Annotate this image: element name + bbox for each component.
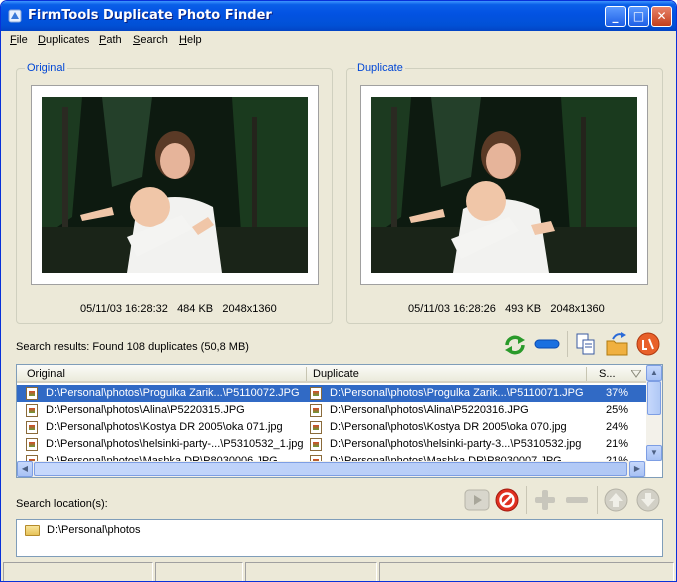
cell-similarity: 37%: [606, 387, 629, 399]
delete-icon[interactable]: [636, 332, 660, 356]
menu-file[interactable]: File: [10, 34, 28, 46]
jpeg-file-icon: [26, 421, 38, 434]
cell-original: D:\Personal\photos\Kostya DR 2005\oka 07…: [46, 421, 283, 433]
window-title: FirmTools Duplicate Photo Finder: [28, 8, 272, 23]
original-photo-info: 05/11/03 16:28:32 484 KB 2048x1360: [80, 303, 277, 315]
cell-duplicate: D:\Personal\photos\Kostya DR 2005\oka 07…: [330, 421, 567, 433]
results-table[interactable]: Original Duplicate S... D:\Personal\phot…: [16, 364, 663, 478]
horizontal-scroll-thumb[interactable]: [34, 462, 627, 476]
jpeg-file-icon: [310, 404, 322, 417]
original-dims: 2048x1360: [222, 303, 277, 315]
jpeg-file-icon: [26, 438, 38, 451]
minimize-button[interactable]: _: [605, 6, 626, 27]
original-photo-frame[interactable]: [31, 85, 319, 285]
original-size: 484 KB: [177, 303, 214, 315]
vertical-scroll-thumb[interactable]: [647, 381, 661, 415]
menu-help[interactable]: Help: [179, 34, 202, 46]
table-row[interactable]: D:\Personal\photos\Progulka Zarik...\P51…: [17, 385, 646, 402]
duplicate-dims: 2048x1360: [550, 303, 605, 315]
table-row[interactable]: D:\Personal\photos\Kostya DR 2005\oka 07…: [17, 419, 646, 436]
app-icon: [8, 9, 22, 23]
cell-original: D:\Personal\photos\Alina\P5220315.JPG: [46, 404, 245, 416]
cell-similarity: 24%: [606, 421, 629, 433]
cell-duplicate: D:\Personal\photos\Alina\P5220316.JPG: [330, 404, 529, 416]
move-icon[interactable]: [605, 331, 629, 357]
status-pane: [3, 562, 153, 581]
menu-bar: File Duplicates Path Search Help: [1, 31, 676, 50]
search-location-path[interactable]: D:\Personal\photos: [47, 524, 141, 536]
jpeg-file-icon: [310, 387, 322, 400]
menu-duplicates[interactable]: Duplicates: [38, 34, 89, 46]
jpeg-file-icon: [310, 421, 322, 434]
add-icon[interactable]: [533, 488, 557, 512]
results-table-header: Original Duplicate S...: [17, 365, 662, 383]
table-row[interactable]: D:\Personal\photos\Alina\P5220315.JPG D:…: [17, 402, 646, 419]
column-separator[interactable]: [586, 367, 587, 381]
status-pane: [379, 562, 674, 581]
play-icon[interactable]: [464, 488, 490, 512]
vertical-scrollbar[interactable]: ▲ ▼: [646, 365, 662, 461]
remove-location-icon[interactable]: [564, 488, 590, 512]
original-date: 05/11/03 16:28:32: [80, 303, 168, 315]
status-bar: [1, 561, 676, 581]
cell-original: D:\Personal\photos\helsinki-party-...\P5…: [46, 438, 304, 450]
close-button[interactable]: ✕: [651, 6, 672, 27]
jpeg-file-icon: [26, 404, 38, 417]
move-down-icon[interactable]: [636, 488, 660, 512]
cell-duplicate: D:\Personal\photos\helsinki-party-3...\P…: [330, 438, 582, 450]
cell-original: D:\Personal\photos\Progulka Zarik...\P51…: [46, 387, 300, 399]
jpeg-file-icon: [310, 438, 322, 451]
app-window: FirmTools Duplicate Photo Finder _ □ ✕ F…: [0, 0, 677, 582]
column-header-similarity[interactable]: S...: [599, 368, 616, 380]
toolbar-separator: [597, 486, 598, 514]
search-location-label: Search location(s):: [16, 498, 108, 510]
search-results-label: Search results: Found 108 duplicates (50…: [16, 341, 249, 353]
menu-search[interactable]: Search: [133, 34, 168, 46]
toolbar-separator: [567, 331, 568, 357]
stop-icon[interactable]: [495, 488, 519, 512]
copy-icon[interactable]: [575, 332, 597, 356]
duplicate-date: 05/11/03 16:28:26: [408, 303, 496, 315]
duplicate-photo-frame[interactable]: [360, 85, 648, 285]
search-location-list[interactable]: D:\Personal\photos: [16, 519, 663, 557]
horizontal-scrollbar[interactable]: ◀ ▶: [17, 461, 646, 477]
column-header-original[interactable]: Original: [27, 368, 65, 380]
original-group-label: Original: [25, 62, 67, 74]
scroll-down-button[interactable]: ▼: [646, 445, 662, 461]
refresh-icon[interactable]: [503, 333, 527, 357]
duplicate-photo-info: 05/11/03 16:28:26 493 KB 2048x1360: [408, 303, 605, 315]
duplicate-size: 493 KB: [505, 303, 542, 315]
column-header-duplicate[interactable]: Duplicate: [313, 368, 359, 380]
title-bar[interactable]: FirmTools Duplicate Photo Finder _ □ ✕: [1, 1, 676, 31]
cell-similarity: 25%: [606, 404, 629, 416]
menu-path[interactable]: Path: [99, 34, 122, 46]
scroll-left-button[interactable]: ◀: [17, 461, 33, 477]
remove-icon[interactable]: [534, 337, 560, 351]
move-up-icon[interactable]: [604, 488, 628, 512]
toolbar-separator: [526, 486, 527, 514]
status-pane: [245, 562, 377, 581]
table-row[interactable]: D:\Personal\photos\helsinki-party-...\P5…: [17, 436, 646, 453]
folder-icon: [25, 525, 40, 536]
status-pane: [155, 562, 243, 581]
cell-similarity: 21%: [606, 438, 629, 450]
duplicate-photo: [371, 97, 637, 273]
sort-desc-icon: [631, 370, 641, 378]
original-photo: [42, 97, 308, 273]
maximize-button[interactable]: □: [628, 6, 649, 27]
column-separator[interactable]: [306, 367, 307, 381]
jpeg-file-icon: [26, 387, 38, 400]
duplicate-group-label: Duplicate: [355, 62, 405, 74]
scroll-right-button[interactable]: ▶: [629, 461, 645, 477]
scroll-up-button[interactable]: ▲: [646, 365, 662, 381]
cell-duplicate: D:\Personal\photos\Progulka Zarik...\P51…: [330, 387, 584, 399]
